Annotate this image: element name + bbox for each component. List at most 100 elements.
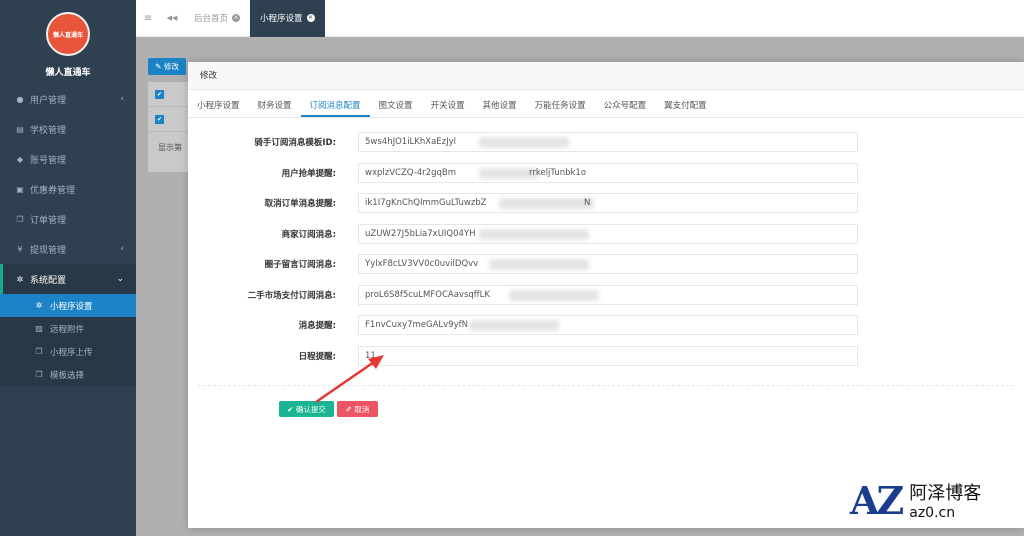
submenu-item-label: 小程序设置: [50, 301, 93, 312]
settings-tab-6[interactable]: 万能任务设置: [526, 95, 595, 117]
tab-miniprogram-settings[interactable]: 小程序设置 ×: [250, 0, 325, 37]
close-icon[interactable]: ×: [232, 14, 241, 22]
settings-tab-7[interactable]: 公众号配置: [595, 95, 656, 117]
watermark-logo: AZ: [850, 477, 904, 523]
redaction: [509, 289, 599, 301]
copy-icon: ❐: [16, 214, 24, 224]
settings-tab-8[interactable]: 翼支付配置: [655, 95, 716, 117]
sidebar-item-2[interactable]: ◆ 账号管理: [0, 144, 136, 174]
table-header: ✔: [148, 82, 190, 107]
text-input[interactable]: 5ws4hJO1iLKhXaEzJyl: [358, 132, 858, 152]
text-input[interactable]: ik1I7gKnChQImmGuLTuwzbZ N: [358, 193, 858, 213]
text-input[interactable]: uZUW27J5bLia7xUIQ04YH: [358, 223, 858, 244]
sidebar: 懒人直通车 懒人直通车 ● 用户管理 ‹ ▤ 学校管理 ◆ 账号管理 ▣ 优惠券管理 ❐ 订单管理 ¥…: [0, 0, 136, 536]
submenu-item-0[interactable]: ✲ 小程序设置: [0, 294, 136, 317]
scroll-left-icon[interactable]: ◀◀: [160, 14, 184, 22]
text-input[interactable]: proL6S8f5cuLMFOCAavsqffLK: [358, 284, 858, 305]
form-row: 骑手订阅消息模板ID: 5ws4hJO1iLKhXaEzJyl: [188, 132, 858, 152]
edit-button[interactable]: ✎ 修改: [148, 58, 186, 75]
text-input[interactable]: F1nvCuxy7meGALv9yfN: [358, 315, 858, 335]
field-value: YylxF8cLV3VV0c0uvilDQvv: [365, 259, 479, 269]
field-label: 取消订单消息提醒:: [264, 199, 336, 209]
submenu-item-label: 模板选择: [50, 370, 85, 381]
coupon-icon: ▣: [16, 184, 24, 194]
watermark-name: 阿泽博客: [909, 483, 982, 504]
chevron-icon: ‹: [120, 244, 124, 254]
sidebar-item-label: 优惠券管理: [30, 185, 76, 196]
submenu-item-2[interactable]: ❐ 小程序上传: [0, 340, 136, 363]
submenu-item-label: 远程附件: [50, 324, 85, 335]
tab-home[interactable]: 后台首页 ×: [184, 0, 250, 37]
edit-modal: 修改 小程序设置 财务设置 订阅消息配置 图文设置 开关设置 其他设置 万能任务设置 公众号配…: [188, 62, 1024, 528]
sidebar-item-label: 系统配置: [30, 275, 67, 286]
redaction: [479, 228, 589, 240]
gear-icon: ✲: [16, 274, 24, 284]
form-row: 用户抢单提醒: wxplzVCZQ-4r2gqBm rrkeljTunbk1o: [188, 162, 858, 183]
field-value: proL6S8f5cuLMFOCAavsqffLK: [365, 289, 490, 300]
settings-tab-5[interactable]: 其他设置: [474, 95, 526, 117]
form-row: 日程提醒: 11: [188, 345, 858, 366]
form-row: 商家订阅消息: uZUW27J5bLia7xUIQ04YH: [188, 223, 858, 244]
sidebar-item-label: 学校管理: [30, 125, 67, 136]
sidebar-item-5[interactable]: ¥ 提现管理 ‹: [0, 234, 136, 264]
watermark-url: az0.cn: [909, 505, 956, 521]
copy-icon: ❐: [35, 370, 43, 379]
watermark: AZ 阿泽博客 az0.cn: [850, 472, 1020, 528]
copy-icon: ❐: [35, 347, 43, 356]
form-row: 消息提醒: F1nvCuxy7meGALv9yfN: [188, 315, 858, 335]
topbar: ≡ ◀◀ 后台首页 × 小程序设置 ×: [136, 0, 1024, 37]
field-label: 用户抢单提醒:: [281, 168, 336, 179]
text-input[interactable]: YylxF8cLV3VV0c0uvilDQvv: [358, 254, 858, 274]
sidebar-item-label: 订单管理: [30, 215, 67, 226]
modal-title: 修改: [188, 62, 1024, 90]
field-label: 商家订阅消息:: [281, 229, 336, 240]
redaction: [479, 137, 569, 148]
sidebar-item-6[interactable]: ✲ 系统配置 ⌄: [0, 264, 136, 294]
field-label: 日程提醒:: [298, 351, 336, 362]
field-value: 11: [365, 350, 376, 361]
confirm-submit-button[interactable]: ✔ 确认提交: [279, 401, 334, 417]
sidebar-item-1[interactable]: ▤ 学校管理: [0, 114, 136, 144]
submenu: ✲ 小程序设置 ▨ 远程附件 ❐ 小程序上传 ❐ 模板选择: [0, 294, 136, 386]
brand-name: 懒人直通车: [45, 68, 91, 78]
settings-tab-4[interactable]: 开关设置: [422, 95, 474, 117]
field-value: uZUW27J5bLia7xUIQ04YH: [365, 228, 476, 239]
image-icon: ▨: [35, 324, 43, 333]
field-label: 骑手订阅消息模板ID:: [254, 138, 336, 148]
field-label: 二手市场支付订阅消息:: [247, 290, 336, 301]
sidebar-item-4[interactable]: ❐ 订单管理: [0, 204, 136, 234]
app-logo: 懒人直通车: [46, 12, 90, 56]
settings-tab-1[interactable]: 财务设置: [249, 95, 301, 117]
row-checkbox[interactable]: ✔: [155, 114, 164, 124]
sidebar-item-3[interactable]: ▣ 优惠券管理: [0, 174, 136, 204]
text-input[interactable]: wxplzVCZQ-4r2gqBm rrkeljTunbk1o: [358, 162, 858, 183]
table-row: ✔: [148, 107, 190, 132]
settings-tab-3[interactable]: 图文设置: [370, 95, 422, 117]
submenu-item-1[interactable]: ▨ 远程附件: [0, 317, 136, 340]
data-table: ✔ ✔ 显示第: [148, 82, 190, 172]
book-icon: ▤: [16, 124, 24, 134]
close-icon[interactable]: ×: [306, 14, 315, 22]
chevron-icon: ‹: [120, 94, 124, 104]
field-label: 消息提醒:: [298, 321, 336, 331]
field-value: F1nvCuxy7meGALv9yfN: [365, 320, 468, 330]
sidebar-item-label: 提现管理: [30, 245, 67, 256]
redaction: [469, 320, 559, 331]
select-all-checkbox[interactable]: ✔: [155, 89, 164, 99]
field-value: wxplzVCZQ-4r2gqBm: [365, 167, 456, 178]
submenu-item-3[interactable]: ❐ 模板选择: [0, 363, 136, 386]
settings-tab-2[interactable]: 订阅消息配置: [300, 95, 370, 117]
settings-tab-0[interactable]: 小程序设置: [188, 95, 249, 117]
field-value-suffix: rrkeljTunbk1o: [529, 167, 587, 178]
pagination-info: 显示第: [158, 143, 182, 152]
sidebar-item-label: 用户管理: [30, 95, 67, 106]
users-icon: ◆: [16, 154, 24, 164]
menu-toggle-icon[interactable]: ≡: [136, 13, 160, 24]
field-label: 圈子留言订阅消息:: [264, 260, 336, 270]
field-value: 5ws4hJO1iLKhXaEzJyl: [365, 137, 457, 147]
field-value: ik1I7gKnChQImmGuLTuwzbZ: [365, 198, 487, 208]
form-row: 圈子留言订阅消息: YylxF8cLV3VV0c0uvilDQvv: [188, 254, 858, 274]
cancel-button[interactable]: ✐ 取消: [337, 401, 378, 417]
text-input[interactable]: 11: [358, 345, 858, 366]
sidebar-item-0[interactable]: ● 用户管理 ‹: [0, 84, 136, 114]
